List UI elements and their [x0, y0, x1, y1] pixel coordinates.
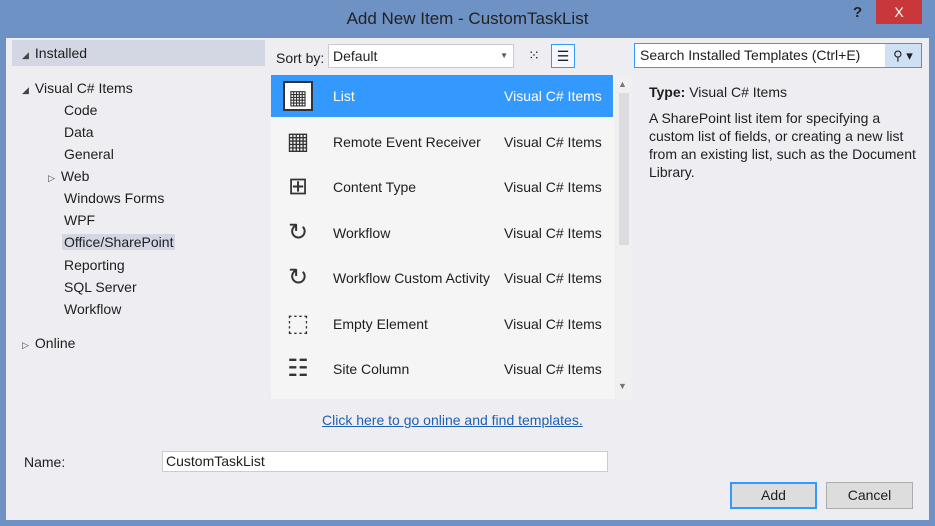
chevron-down-icon: ▼	[500, 51, 508, 60]
workflow-icon: ↻	[287, 219, 309, 246]
tree-web[interactable]: ▷ Web	[48, 168, 89, 184]
template-name: Remote Event Receiver	[333, 134, 481, 150]
template-name: List	[333, 88, 355, 104]
expanded-icon: ◢	[22, 85, 29, 95]
scrollbar-thumb[interactable]	[619, 93, 629, 245]
scroll-down-icon[interactable]: ▼	[618, 381, 627, 391]
search-placeholder: Search Installed Templates (Ctrl+E)	[640, 47, 861, 63]
template-category: Visual C# Items	[504, 134, 602, 150]
content-type-icon: ⊞	[287, 173, 309, 200]
tree-windows-forms[interactable]: Windows Forms	[64, 190, 164, 206]
name-label: Name:	[24, 454, 66, 470]
template-row-remote-event-receiver[interactable]: ▦ Remote Event Receiver Visual C# Items	[271, 121, 613, 163]
category-tree: ◢ Installed ◢ Visual C# Items Code Data Ge…	[12, 40, 265, 430]
template-category: Visual C# Items	[504, 270, 602, 286]
type-label: Type:	[649, 84, 686, 100]
template-row-workflow[interactable]: ↻ Workflow Visual C# Items	[271, 212, 613, 254]
tree-workflow[interactable]: Workflow	[64, 301, 121, 317]
template-category: Visual C# Items	[504, 361, 602, 377]
template-row-content-type[interactable]: ⊞ Content Type Visual C# Items	[271, 166, 613, 208]
cancel-button[interactable]: Cancel	[826, 482, 913, 509]
tree-visual-csharp[interactable]: ◢ Visual C# Items	[22, 80, 133, 96]
template-row-site-column[interactable]: ☷ Site Column Visual C# Items	[271, 348, 613, 390]
template-name: Workflow Custom Activity	[333, 270, 490, 286]
tree-code[interactable]: Code	[64, 102, 97, 118]
sort-select[interactable]: Default ▼	[328, 44, 514, 68]
template-category: Visual C# Items	[504, 225, 602, 241]
tree-label: Online	[34, 335, 76, 351]
template-row-list[interactable]: ▦ List Visual C# Items	[271, 75, 613, 117]
list-icon: ▦	[283, 81, 313, 111]
template-category: Visual C# Items	[504, 88, 602, 104]
type-value: Visual C# Items	[689, 84, 787, 100]
sort-value: Default	[333, 48, 378, 64]
window-title: Add New Item - CustomTaskList	[346, 9, 589, 28]
template-category: Visual C# Items	[504, 179, 602, 195]
template-category: Visual C# Items	[504, 316, 602, 332]
tree-label: Visual C# Items	[34, 80, 133, 96]
tree-online[interactable]: ▷ Online	[22, 335, 75, 351]
online-templates-link[interactable]: Click here to go online and find templat…	[322, 412, 583, 428]
tree-data[interactable]: Data	[64, 124, 94, 140]
site-column-icon: ☷	[287, 355, 309, 382]
close-button[interactable]: X	[876, 0, 922, 24]
add-button[interactable]: Add	[730, 482, 817, 509]
list-view-button[interactable]: ☰	[551, 44, 575, 68]
template-row-empty-element[interactable]: ⬚ Empty Element Visual C# Items	[271, 303, 613, 345]
template-description: A SharePoint list item for specifying a …	[649, 110, 916, 180]
collapsed-icon: ▷	[48, 173, 55, 183]
search-input[interactable]: Search Installed Templates (Ctrl+E) ⚲ ▾	[634, 43, 922, 68]
workflow-activity-icon: ↻	[287, 264, 309, 291]
template-name: Workflow	[333, 225, 391, 241]
scroll-up-icon[interactable]: ▲	[618, 79, 627, 89]
tree-label: Installed	[34, 45, 88, 61]
template-list: ▦ List Visual C# Items ▦ Remote Event Recei…	[271, 75, 615, 399]
help-button[interactable]: ?	[853, 4, 862, 21]
expanded-icon: ◢	[22, 50, 29, 60]
search-icon[interactable]: ⚲ ▾	[885, 44, 921, 67]
dialog-body: ◢ Installed ◢ Visual C# Items Code Data Ge…	[6, 38, 929, 520]
collapsed-icon: ▷	[22, 340, 29, 350]
small-icons-view-button[interactable]: ⁙	[522, 44, 546, 68]
tree-reporting[interactable]: Reporting	[64, 257, 125, 273]
sort-label: Sort by:	[276, 50, 325, 66]
empty-element-icon: ⬚	[286, 310, 310, 337]
remote-event-receiver-icon: ▦	[286, 128, 310, 155]
template-name: Empty Element	[333, 316, 428, 332]
template-row-workflow-custom-activity[interactable]: ↻ Workflow Custom Activity Visual C# Items	[271, 257, 613, 299]
tree-office-sharepoint[interactable]: Office/SharePoint	[62, 234, 176, 250]
tree-label: Web	[60, 168, 90, 184]
template-name: Site Column	[333, 361, 410, 377]
name-input[interactable]: CustomTaskList	[162, 451, 608, 472]
template-name: Content Type	[333, 179, 417, 195]
tree-installed[interactable]: ◢ Installed	[12, 40, 265, 66]
tree-general[interactable]: General	[64, 146, 114, 162]
template-details: Type: Visual C# Items A SharePoint list …	[649, 83, 919, 181]
tree-sql-server[interactable]: SQL Server	[64, 279, 137, 295]
tree-wpf[interactable]: WPF	[64, 212, 95, 228]
